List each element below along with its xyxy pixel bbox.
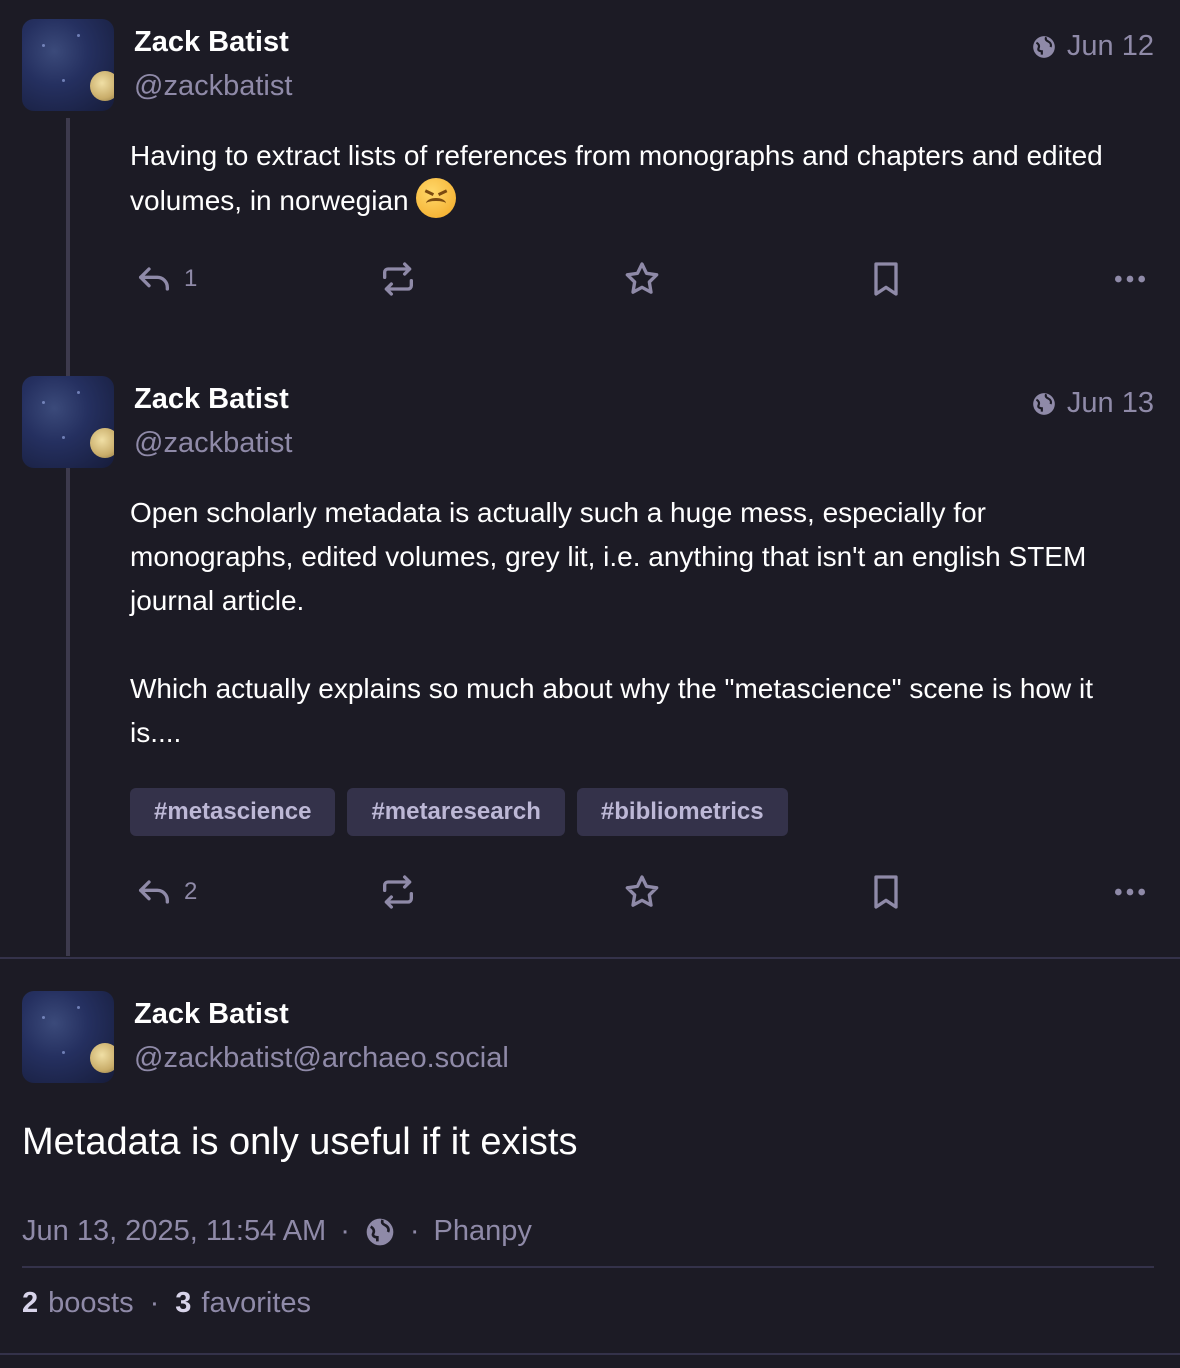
star-icon bbox=[625, 262, 659, 294]
separator: · bbox=[340, 1215, 350, 1247]
divider bbox=[22, 1266, 1154, 1268]
globe-icon bbox=[1033, 35, 1055, 58]
avatar[interactable] bbox=[22, 991, 114, 1083]
post-paragraph: Which actually explains so much about wh… bbox=[130, 673, 1094, 748]
globe-icon bbox=[1033, 392, 1055, 415]
boost-button[interactable] bbox=[378, 868, 418, 916]
author-handle[interactable]: @zackbatist bbox=[134, 70, 292, 103]
reply-button[interactable]: 2 bbox=[134, 868, 197, 916]
thread-post-2[interactable]: Zack Batist @zackbatist Jun 13 Open scho… bbox=[0, 357, 1180, 957]
confounded-face-icon bbox=[416, 178, 457, 218]
reply-button[interactable]: 1 bbox=[134, 255, 197, 303]
focused-post: Zack Batist @zackbatist@archaeo.social M… bbox=[0, 959, 1180, 1368]
more-icon bbox=[1115, 888, 1145, 896]
hashtag-metascience[interactable]: #metascience bbox=[130, 788, 336, 836]
more-button[interactable] bbox=[1110, 255, 1150, 303]
reply-icon bbox=[139, 267, 169, 291]
boosts-count[interactable]: 2 bbox=[22, 1287, 38, 1320]
client-name: Phanpy bbox=[433, 1215, 532, 1247]
post-timestamp[interactable]: Jun 13, 2025, 11:54 AM bbox=[22, 1215, 326, 1248]
avatar[interactable] bbox=[22, 19, 114, 111]
author-name[interactable]: Zack Batist bbox=[134, 383, 289, 416]
avatar[interactable] bbox=[22, 376, 114, 468]
post-meta: Jun 13, 2025, 11:54 AM · · Phanpy bbox=[22, 1215, 532, 1248]
author-name[interactable]: Zack Batist bbox=[134, 998, 289, 1031]
boost-icon bbox=[383, 875, 413, 909]
more-icon bbox=[1115, 275, 1145, 283]
more-button[interactable] bbox=[1110, 868, 1150, 916]
favorite-button[interactable] bbox=[622, 255, 662, 303]
thread-post-1[interactable]: Zack Batist @zackbatist Jun 12 Having to… bbox=[0, 0, 1180, 340]
date-text: Jun 12 bbox=[1066, 30, 1154, 62]
boost-button[interactable] bbox=[378, 255, 418, 303]
bookmark-button[interactable] bbox=[866, 868, 906, 916]
favorite-button[interactable] bbox=[622, 868, 662, 916]
separator: · bbox=[409, 1215, 420, 1247]
globe-icon bbox=[366, 1218, 394, 1245]
post-content: Open scholarly metadata is actually such… bbox=[130, 491, 1144, 755]
reply-count: 1 bbox=[184, 265, 198, 292]
star-icon bbox=[625, 875, 659, 907]
separator: · bbox=[149, 1287, 160, 1319]
hashtag-list: #metascience #metaresearch #bibliometric… bbox=[130, 788, 788, 836]
bookmark-icon bbox=[874, 875, 898, 909]
divider bbox=[0, 1353, 1180, 1355]
author-handle[interactable]: @zackbatist@archaeo.social bbox=[134, 1042, 509, 1075]
reply-count: 2 bbox=[184, 878, 198, 905]
hashtag-metaresearch[interactable]: #metaresearch bbox=[347, 788, 565, 836]
author-handle[interactable]: @zackbatist bbox=[134, 427, 292, 460]
bookmark-icon bbox=[874, 262, 898, 296]
favorites-count[interactable]: 3 bbox=[175, 1287, 191, 1320]
action-bar: 2 bbox=[130, 868, 1154, 916]
boosts-label[interactable]: boosts bbox=[48, 1287, 133, 1320]
boost-icon bbox=[383, 262, 413, 296]
post-paragraph: Open scholarly metadata is actually such… bbox=[130, 497, 1087, 616]
post-date[interactable]: Jun 13 bbox=[1031, 387, 1154, 420]
hashtag-bibliometrics[interactable]: #bibliometrics bbox=[576, 788, 788, 836]
post-content: Having to extract lists of references fr… bbox=[130, 134, 1144, 223]
action-bar: 1 bbox=[130, 255, 1154, 303]
author-name[interactable]: Zack Batist bbox=[134, 26, 289, 59]
post-stats: 2 boosts · 3 favorites bbox=[22, 1287, 311, 1320]
post-date[interactable]: Jun 12 bbox=[1031, 30, 1154, 63]
post-text: Metadata is only useful if it exists bbox=[22, 1121, 578, 1163]
post-text: Having to extract lists of references fr… bbox=[130, 140, 1103, 216]
reply-icon bbox=[139, 880, 169, 904]
date-text: Jun 13 bbox=[1066, 387, 1154, 419]
favorites-label[interactable]: favorites bbox=[201, 1287, 311, 1320]
bookmark-button[interactable] bbox=[866, 255, 906, 303]
